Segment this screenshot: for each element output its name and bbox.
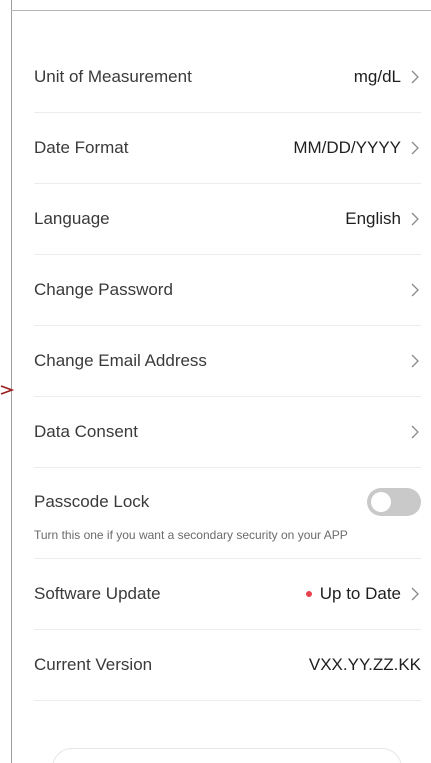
change-email-row[interactable]: Change Email Address	[34, 326, 421, 397]
settings-list: Unit of Measurement mg/dL Date Format MM…	[12, 42, 431, 701]
version-value: VXX.YY.ZZ.KK	[308, 655, 421, 674]
row-label: Language	[34, 209, 110, 228]
change-password-row[interactable]: Change Password	[34, 255, 421, 326]
chevron-right-icon	[409, 353, 421, 369]
chevron-right-icon	[409, 586, 421, 602]
data-consent-row[interactable]: Data Consent	[34, 397, 421, 468]
chevron-right-icon	[409, 69, 421, 85]
row-label: Unit of Measurement	[34, 67, 192, 86]
language-row[interactable]: Language English	[34, 184, 421, 255]
row-value: mg/dL	[353, 67, 401, 86]
current-version-row: Current Version VXX.YY.ZZ.KK	[34, 630, 421, 701]
chevron-right-icon	[409, 211, 421, 227]
row-value: English	[345, 209, 401, 228]
bottom-action-button[interactable]	[52, 748, 402, 763]
passcode-label: Passcode Lock	[34, 492, 150, 511]
passcode-toggle[interactable]	[367, 488, 421, 516]
chevron-right-icon	[409, 282, 421, 298]
row-label: Change Password	[34, 280, 173, 299]
row-label: Data Consent	[34, 422, 138, 441]
row-label: Date Format	[34, 138, 129, 157]
status-dot-icon	[305, 591, 312, 597]
row-label: Software Update	[34, 584, 161, 603]
row-label: Change Email Address	[34, 351, 207, 370]
top-frame-divider	[11, 10, 431, 11]
toggle-knob	[371, 492, 391, 512]
chevron-right-icon	[409, 424, 421, 440]
passcode-lock-row: Passcode Lock Turn this one if you want …	[34, 468, 421, 559]
date-format-row[interactable]: Date Format MM/DD/YYYY	[34, 113, 421, 184]
unit-of-measurement-row[interactable]: Unit of Measurement mg/dL	[34, 42, 421, 113]
chevron-right-icon	[409, 140, 421, 156]
row-label: Current Version	[34, 655, 153, 674]
passcode-description: Turn this one if you want a secondary se…	[34, 528, 348, 542]
row-value: MM/DD/YYYY	[293, 138, 401, 157]
software-update-row[interactable]: Software Update Up to Date	[34, 559, 421, 630]
update-status: Up to Date	[319, 584, 401, 603]
